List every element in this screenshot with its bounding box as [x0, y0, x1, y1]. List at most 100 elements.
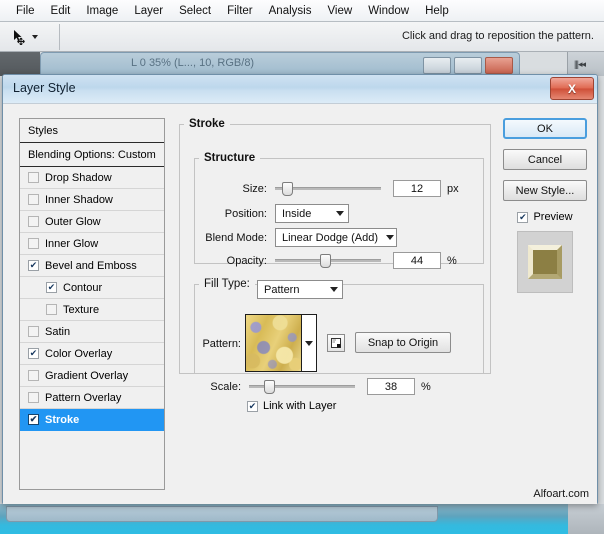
menu-item-filter[interactable]: Filter: [219, 3, 261, 19]
style-item-outer-glow[interactable]: Outer Glow: [20, 211, 164, 233]
size-input[interactable]: 12: [393, 180, 441, 197]
checkbox-inner-glow[interactable]: [28, 238, 39, 249]
pattern-dropdown-button[interactable]: [301, 315, 316, 371]
style-item-gradient-overlay[interactable]: Gradient Overlay: [20, 365, 164, 387]
menu-item-image[interactable]: Image: [78, 3, 126, 19]
fill-type-legend: Fill Type:: [199, 278, 255, 290]
app-bottom-chrome: [0, 504, 604, 534]
maximize-button[interactable]: [454, 57, 482, 74]
dialog-body: Styles Blending Options: Custom Drop Sha…: [3, 104, 597, 504]
checkbox-gradient-overlay[interactable]: [28, 370, 39, 381]
checkbox-satin[interactable]: [28, 326, 39, 337]
link-with-layer-label: Link with Layer: [263, 400, 337, 412]
scale-unit: %: [421, 380, 431, 393]
style-item-inner-glow[interactable]: Inner Glow: [20, 233, 164, 255]
checkbox-preview[interactable]: [517, 211, 529, 223]
checkbox-bevel-and-emboss[interactable]: [28, 260, 39, 271]
style-item-drop-shadow[interactable]: Drop Shadow: [20, 167, 164, 189]
style-item-inner-shadow[interactable]: Inner Shadow: [20, 189, 164, 211]
menu-item-view[interactable]: View: [319, 3, 360, 19]
opacity-slider-knob[interactable]: [319, 253, 331, 268]
style-label: Inner Glow: [45, 237, 99, 250]
size-slider[interactable]: [275, 181, 381, 196]
close-icon[interactable]: X: [550, 77, 594, 100]
fill-type-group: Fill Type: Pattern Pattern: Snap to Orig…: [194, 278, 484, 412]
fill-type-select[interactable]: Pattern: [257, 280, 343, 299]
menu-item-select[interactable]: Select: [171, 3, 219, 19]
chevron-down-icon[interactable]: [336, 211, 344, 216]
options-bar: Click and drag to reposition the pattern…: [0, 22, 604, 52]
scale-input[interactable]: 38: [367, 378, 415, 395]
stroke-group-title: Stroke: [189, 118, 225, 130]
style-item-color-overlay[interactable]: Color Overlay: [20, 343, 164, 365]
style-item-contour[interactable]: Contour: [20, 277, 164, 299]
styles-list-header[interactable]: Styles: [20, 119, 164, 143]
style-label: Drop Shadow: [45, 171, 112, 184]
panel-strip-right[interactable]: |||◂◂: [567, 52, 604, 76]
new-pattern-icon[interactable]: [327, 334, 345, 352]
cancel-button[interactable]: Cancel: [503, 149, 587, 170]
checkbox-texture[interactable]: [46, 304, 57, 315]
scale-slider-knob[interactable]: [263, 379, 275, 394]
checkbox-link-with-layer[interactable]: [247, 400, 258, 412]
pattern-picker[interactable]: [245, 314, 317, 372]
blending-options-item[interactable]: Blending Options: Custom: [20, 143, 164, 167]
checkbox-stroke[interactable]: [28, 414, 39, 425]
minimize-button[interactable]: [423, 57, 451, 74]
ok-button[interactable]: OK: [503, 118, 587, 139]
menu-item-layer[interactable]: Layer: [126, 3, 171, 19]
document-title: L 0 35% (L..., 10, RGB/8): [131, 57, 255, 69]
position-label: Position:: [224, 207, 267, 220]
checkbox-inner-shadow[interactable]: [28, 194, 39, 205]
layer-style-dialog: Layer Style X Styles Blending Options: C…: [2, 74, 598, 504]
dialog-buttons: OK Cancel New Style... Preview: [503, 118, 587, 293]
position-select[interactable]: Inside: [275, 204, 349, 223]
panel-strip-bottom-right: [568, 504, 604, 534]
size-slider-knob[interactable]: [282, 181, 294, 196]
checkbox-pattern-overlay[interactable]: [28, 392, 39, 403]
style-label: Color Overlay: [45, 347, 113, 360]
scale-slider[interactable]: [249, 379, 355, 394]
checkbox-drop-shadow[interactable]: [28, 172, 39, 183]
toolbar-strip-left: [0, 52, 40, 76]
style-item-texture[interactable]: Texture: [20, 299, 164, 321]
opacity-slider[interactable]: [275, 253, 381, 268]
preview-beveled-frame: [528, 245, 562, 279]
chevron-down-icon[interactable]: [386, 235, 395, 240]
document-close-button[interactable]: [485, 57, 513, 74]
stroke-settings-content: Stroke Structure Size: 12 px Position: I…: [179, 118, 491, 490]
blend-mode-label: Blend Mode:: [205, 231, 267, 244]
panel-collapse-icon[interactable]: |||◂◂: [574, 59, 586, 70]
fill-type-value: Pattern: [264, 283, 300, 296]
menu-item-analysis[interactable]: Analysis: [261, 3, 320, 19]
style-item-stroke[interactable]: Stroke: [20, 409, 164, 431]
menu-item-file[interactable]: File: [8, 3, 43, 19]
checkbox-outer-glow[interactable]: [28, 216, 39, 227]
preview-toggle[interactable]: Preview: [503, 211, 587, 223]
style-item-satin[interactable]: Satin: [20, 321, 164, 343]
dialog-titlebar[interactable]: Layer Style X: [3, 75, 597, 104]
checkbox-contour[interactable]: [46, 282, 57, 293]
menu-item-window[interactable]: Window: [360, 3, 417, 19]
style-label: Outer Glow: [45, 215, 101, 228]
tool-preset-picker[interactable]: [4, 24, 60, 50]
preview-label: Preview: [533, 211, 573, 223]
new-style-button[interactable]: New Style...: [503, 180, 587, 201]
chevron-down-icon[interactable]: [305, 340, 314, 346]
pattern-swatch[interactable]: [246, 315, 302, 371]
opacity-label: Opacity:: [226, 254, 267, 267]
style-item-bevel-and-emboss[interactable]: Bevel and Emboss: [20, 255, 164, 277]
blend-mode-select[interactable]: Linear Dodge (Add): [275, 228, 397, 247]
checkbox-color-overlay[interactable]: [28, 348, 39, 359]
snap-to-origin-button[interactable]: Snap to Origin: [355, 332, 451, 353]
chevron-down-icon[interactable]: [330, 287, 338, 292]
chevron-down-icon[interactable]: [32, 35, 38, 39]
menu-item-help[interactable]: Help: [417, 3, 457, 19]
document-window-titlebar[interactable]: L 0 35% (L..., 10, RGB/8): [40, 52, 520, 76]
document-window-bottom-edge: [6, 506, 438, 522]
style-item-pattern-overlay[interactable]: Pattern Overlay: [20, 387, 164, 409]
style-label: Contour: [63, 281, 103, 294]
menu-item-edit[interactable]: Edit: [43, 3, 79, 19]
opacity-input[interactable]: 44: [393, 252, 441, 269]
style-label: Texture: [63, 303, 100, 316]
